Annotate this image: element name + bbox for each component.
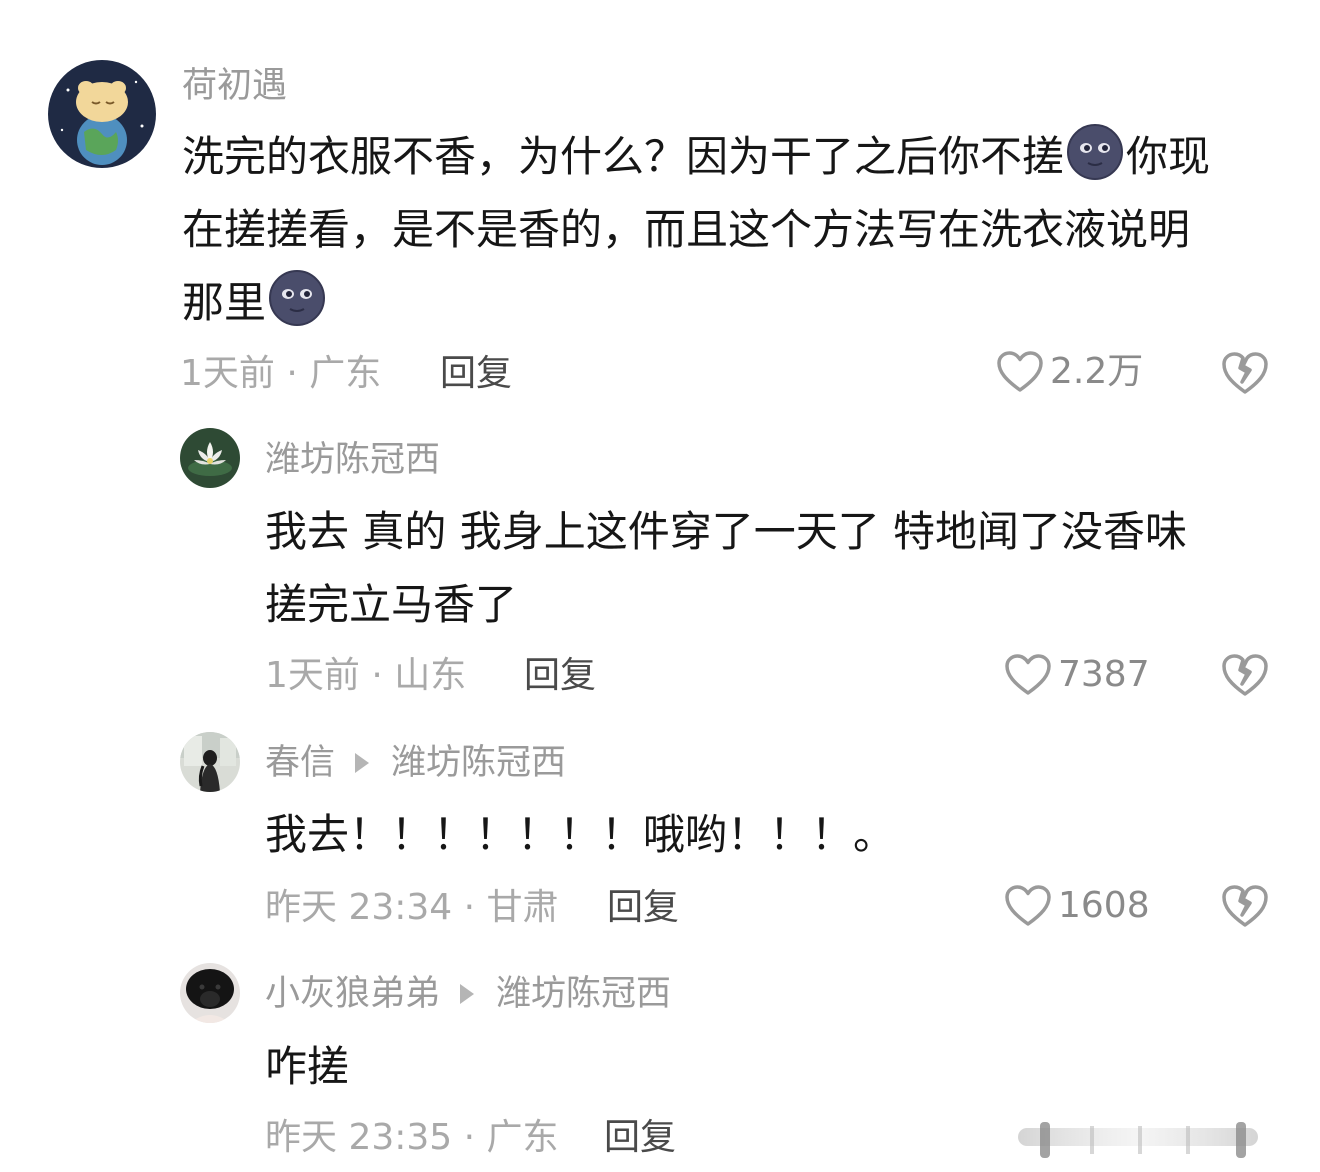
- comment-meta: 1天前 · 山东: [265, 655, 467, 696]
- comment-username[interactable]: 荷初遇: [182, 66, 287, 106]
- broken-heart-icon[interactable]: [1221, 652, 1269, 698]
- new-moon-face-icon: [268, 269, 326, 327]
- comment-username: 春信 潍坊陈冠西: [265, 743, 566, 783]
- reply-button[interactable]: 回复: [604, 1116, 676, 1160]
- comment-meta: 1天前 · 广东: [180, 353, 382, 394]
- heart-icon: [1004, 884, 1052, 928]
- avatar[interactable]: [180, 428, 240, 488]
- comment-text: 洗完的衣服不香，为什么？因为干了之后你不搓 你现 在搓搓看，是不是香的，而且这个方…: [182, 120, 1210, 339]
- comment-text-segment: 那里: [182, 278, 267, 327]
- comment-text: 我去 真的 我身上这件穿了一天了 特地闻了没香味 搓完立马香了: [265, 495, 1187, 641]
- comment-text-segment: 搓完立马香了: [265, 580, 518, 629]
- avatar[interactable]: [48, 60, 156, 168]
- comment-text: 我去！！！！！！！哦哟！！！。: [265, 810, 896, 859]
- reply-to-name[interactable]: 潍坊陈冠西: [391, 743, 566, 783]
- comment-username: 小灰狼弟弟 潍坊陈冠西: [265, 974, 671, 1014]
- comment-username[interactable]: 潍坊陈冠西: [265, 440, 440, 480]
- avatar[interactable]: [180, 732, 240, 792]
- heart-icon: [1004, 653, 1052, 697]
- commenter-name[interactable]: 小灰狼弟弟: [265, 974, 440, 1014]
- like-button[interactable]: 1608: [1004, 884, 1150, 928]
- comment-text-segment: 我去 真的 我身上这件穿了一天了 特地闻了没香味: [265, 507, 1188, 556]
- comment-text-segment: 洗完的衣服不香，为什么？因为干了之后你不搓: [182, 132, 1065, 181]
- reply-to-name[interactable]: 潍坊陈冠西: [496, 974, 671, 1014]
- commenter-name[interactable]: 春信: [265, 743, 335, 783]
- reply-button[interactable]: 回复: [440, 352, 512, 396]
- like-button[interactable]: 7387: [1004, 653, 1150, 697]
- comment-text-segment: 在搓搓看，是不是香的，而且这个方法写在洗衣液说明: [182, 205, 1191, 254]
- broken-heart-icon[interactable]: [1221, 883, 1269, 929]
- avatar[interactable]: [180, 963, 240, 1023]
- watermark-logo: [1018, 1118, 1258, 1162]
- reply-button[interactable]: 回复: [607, 886, 679, 930]
- broken-heart-icon[interactable]: [1221, 350, 1269, 396]
- like-count: 1608: [1058, 885, 1150, 926]
- comment-meta: 昨天 23:34 · 甘肃: [265, 887, 559, 928]
- heart-icon: [996, 350, 1044, 394]
- like-count: 7387: [1058, 654, 1150, 695]
- like-button[interactable]: 2.2万: [996, 350, 1143, 394]
- comment-text-segment: 你现: [1126, 132, 1211, 181]
- like-count: 2.2万: [1050, 351, 1144, 392]
- reply-arrow-icon: [355, 753, 370, 773]
- reply-arrow-icon: [460, 984, 475, 1004]
- comment-thread: 荷初遇 洗完的衣服不香，为什么？因为干了之后你不搓 你现 在搓搓看，是不是香的，而…: [0, 0, 1320, 1172]
- new-moon-face-icon: [1066, 123, 1124, 181]
- reply-button[interactable]: 回复: [524, 654, 596, 698]
- comment-text: 咋搓: [265, 1042, 350, 1091]
- comment-meta: 昨天 23:35 · 广东: [265, 1117, 559, 1158]
